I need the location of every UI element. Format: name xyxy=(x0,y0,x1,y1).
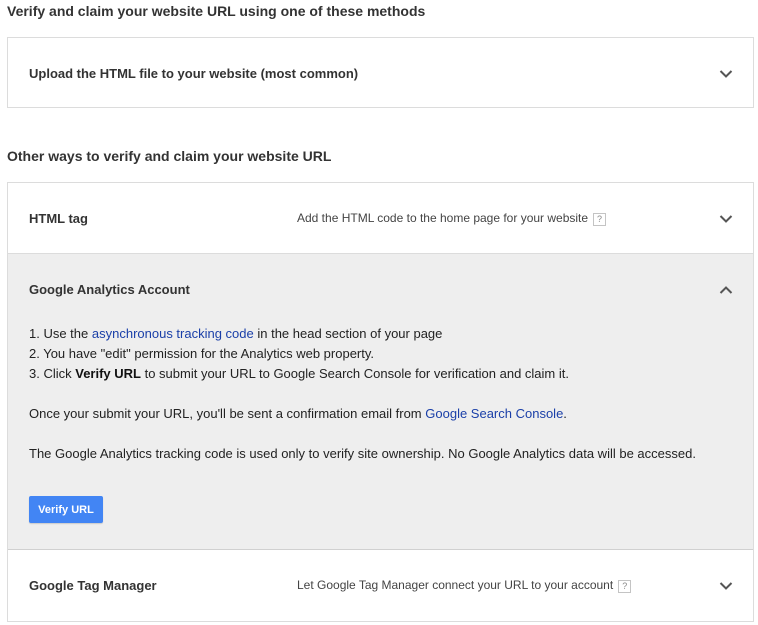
other-methods-list: HTML tag Add the HTML code to the home p… xyxy=(7,182,754,622)
other-methods-heading: Other ways to verify and claim your webs… xyxy=(7,148,332,164)
instruction-step-3: 3. Click Verify URL to submit your URL t… xyxy=(29,366,569,381)
page-heading: Verify and claim your website URL using … xyxy=(7,3,426,19)
google-analytics-title[interactable]: Google Analytics Account xyxy=(29,282,190,297)
chevron-down-icon[interactable] xyxy=(719,214,733,224)
help-icon[interactable]: ? xyxy=(593,213,607,226)
gtm-description: Let Google Tag Manager connect your URL … xyxy=(297,578,632,593)
chevron-down-icon[interactable] xyxy=(719,69,733,79)
chevron-up-icon[interactable] xyxy=(719,285,733,295)
html-tag-description-text: Add the HTML code to the home page for y… xyxy=(297,211,589,225)
chevron-down-icon[interactable] xyxy=(719,581,733,591)
verify-url-button[interactable]: Verify URL xyxy=(29,496,103,523)
gtm-title: Google Tag Manager xyxy=(29,578,157,593)
upload-html-file-title: Upload the HTML file to your website (mo… xyxy=(29,66,359,81)
method-google-analytics: Google Analytics Account 1. Use the asyn… xyxy=(8,254,753,550)
gtm-description-text: Let Google Tag Manager connect your URL … xyxy=(297,578,614,592)
privacy-notice: The Google Analytics tracking code is us… xyxy=(29,446,696,461)
search-console-link[interactable]: Google Search Console xyxy=(425,406,563,421)
html-tag-description: Add the HTML code to the home page for y… xyxy=(297,211,607,226)
method-html-tag[interactable]: HTML tag Add the HTML code to the home p… xyxy=(8,183,753,254)
verify-url-emphasis: Verify URL xyxy=(75,366,141,381)
upload-html-file-panel[interactable]: Upload the HTML file to your website (mo… xyxy=(7,37,754,108)
google-analytics-instructions: 1. Use the asynchronous tracking code in… xyxy=(29,324,696,464)
confirmation-text: Once your submit your URL, you'll be sen… xyxy=(29,406,567,421)
method-google-tag-manager[interactable]: Google Tag Manager Let Google Tag Manage… xyxy=(8,550,753,622)
tracking-code-link[interactable]: asynchronous tracking code xyxy=(92,326,254,341)
instruction-step-1: 1. Use the asynchronous tracking code in… xyxy=(29,326,443,341)
help-icon[interactable]: ? xyxy=(618,580,632,593)
instruction-step-2: 2. You have "edit" permission for the An… xyxy=(29,346,375,361)
html-tag-title: HTML tag xyxy=(29,211,88,226)
